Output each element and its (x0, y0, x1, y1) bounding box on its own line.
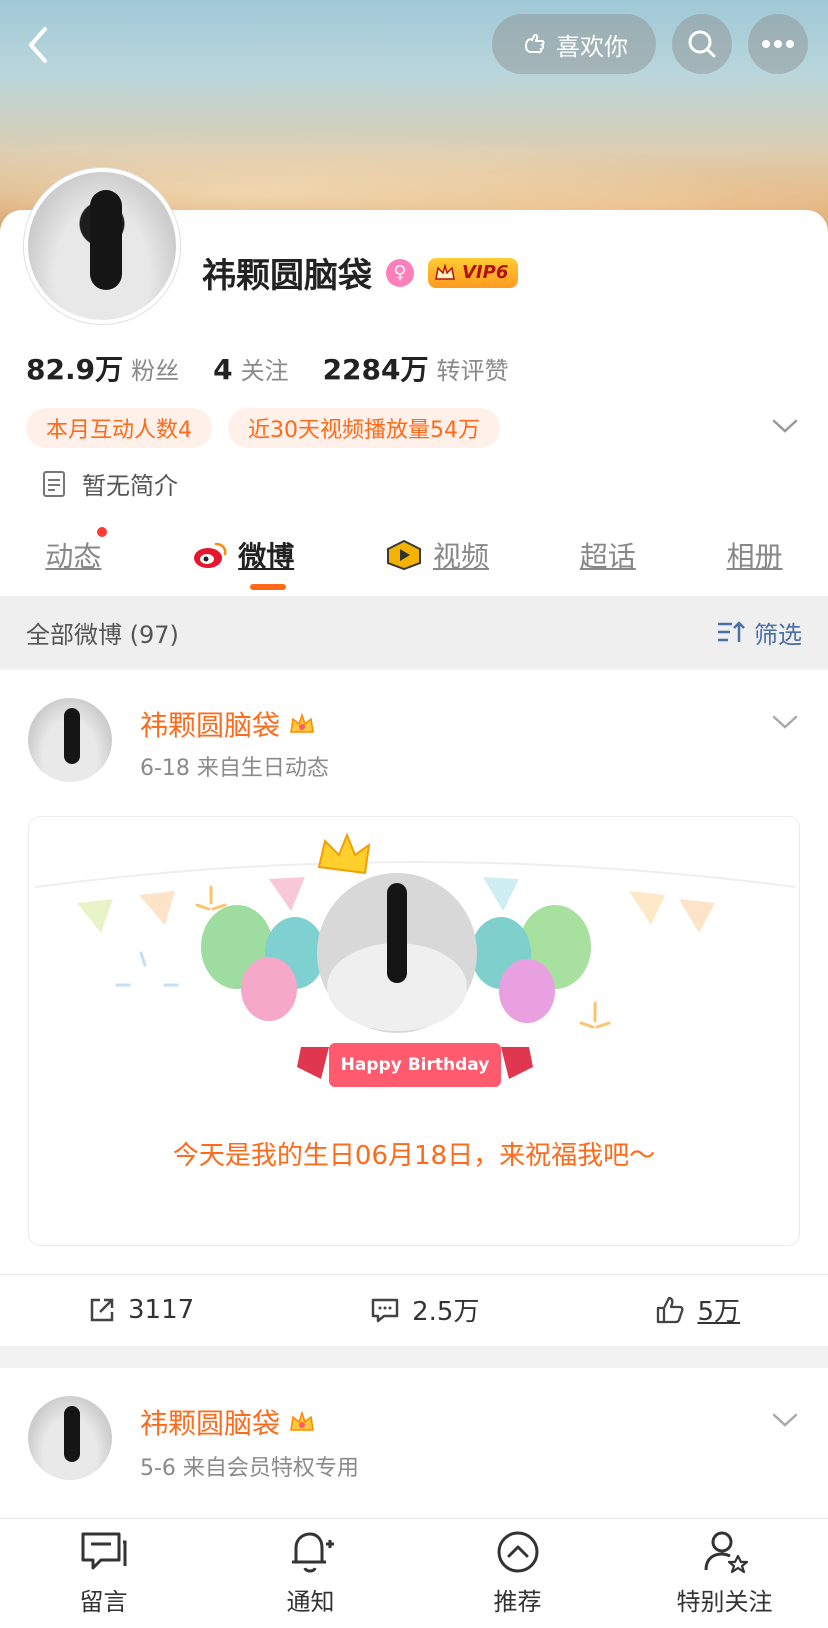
bottom-label: 通知 (286, 1588, 335, 1616)
profile-avatar[interactable] (24, 168, 180, 324)
recommend-button[interactable]: 推荐 (428, 1530, 608, 1617)
chevron-left-icon (29, 27, 47, 63)
profile-name-row: 祎颗圆脑袋 ♀ VIP6 (202, 248, 519, 297)
post-author: 祎颗圆脑袋 (140, 709, 281, 742)
filter-sort-icon (718, 621, 745, 642)
stat-value: 2284万 (322, 353, 429, 386)
bottom-label: 留言 (79, 1588, 128, 1616)
search-icon (688, 30, 716, 58)
tag-video-plays[interactable]: 近30天视频播放量54万 (228, 408, 500, 448)
like-you-button[interactable]: 喜欢你 (492, 14, 656, 74)
active-tab-indicator (250, 584, 286, 590)
user-star-icon (704, 1531, 748, 1574)
chevron-up-circle-icon (497, 1531, 538, 1573)
post-author-row[interactable]: 祎颗圆脑袋 (140, 704, 316, 744)
tag-interactions[interactable]: 本月互动人数4 (26, 408, 212, 448)
crown-icon (290, 1410, 314, 1431)
crown-icon (435, 262, 455, 280)
crown-icon (290, 712, 314, 733)
tab-label: 微博 (238, 540, 295, 573)
chevron-down-icon (772, 715, 798, 729)
filter-button[interactable]: 筛选 (716, 615, 802, 650)
birthday-text: 今天是我的生日06月18日，来祝福我吧～ (172, 1141, 656, 1171)
repost-count: 3117 (127, 1294, 195, 1325)
post-meta: 6-18 来自生日动态 (140, 756, 329, 781)
tab-video[interactable]: 视频 (385, 535, 489, 575)
bottom-action-bar: 留言 通知 推荐 特别关注 (0, 1518, 828, 1628)
notify-button[interactable]: 通知 (221, 1530, 401, 1617)
stat-value: 82.9万 (26, 353, 124, 386)
like-button[interactable]: 5万 (655, 1291, 740, 1328)
back-button[interactable] (18, 22, 58, 68)
birthday-card[interactable]: Happy Birthday 今天是我的生日06月18日，来祝福我吧～ (28, 816, 800, 1246)
bottom-label: 特别关注 (676, 1588, 773, 1616)
all-weibo-count: 全部微博 (97) (26, 620, 179, 649)
like-you-label: 喜欢你 (556, 32, 628, 61)
post-card: 祎颗圆脑袋 5-6 来自会员特权专用 (0, 1368, 828, 1518)
document-icon (43, 470, 65, 497)
vip-label: VIP6 (462, 262, 509, 283)
post-avatar[interactable] (28, 698, 112, 782)
thumbs-up-icon (657, 1296, 684, 1323)
tab-label: 超话 (579, 540, 636, 573)
post-meta: 5-6 来自会员特权专用 (140, 1456, 359, 1481)
stat-fans[interactable]: 82.9万 粉丝 (26, 348, 179, 388)
more-icon (762, 40, 794, 48)
comment-button[interactable]: 2.5万 (370, 1291, 479, 1328)
vip-badge[interactable]: VIP6 (428, 257, 519, 288)
tab-album[interactable]: 相册 (727, 535, 783, 575)
chevron-down-icon (772, 419, 798, 433)
bio-row: 暂无简介 (42, 466, 178, 501)
expand-profile-button[interactable] (772, 418, 798, 438)
stat-label: 粉丝 (131, 357, 180, 385)
notification-dot (97, 527, 108, 537)
like-count: 5万 (697, 1297, 740, 1327)
tab-dynamic[interactable]: 动态 (45, 527, 108, 575)
bottom-label: 推荐 (493, 1588, 542, 1616)
repost-button[interactable]: 3117 (88, 1295, 194, 1325)
post-author-row[interactable]: 祎颗圆脑袋 (140, 1402, 316, 1442)
happy-birthday-ribbon: Happy Birthday (329, 1043, 501, 1087)
profile-tags: 本月互动人数4 近30天视频播放量54万 (26, 408, 500, 448)
filter-label: 筛选 (754, 620, 802, 649)
tab-label: 相册 (726, 540, 783, 573)
stat-label: 转评赞 (436, 357, 509, 385)
post-actions: 3117 2.5万 5万 (0, 1274, 828, 1344)
bell-plus-icon (291, 1532, 334, 1573)
chevron-down-icon (772, 1413, 798, 1427)
video-icon (386, 539, 421, 571)
comment-count: 2.5万 (412, 1297, 480, 1327)
share-icon (90, 1298, 114, 1321)
post-author: 祎颗圆脑袋 (140, 1407, 281, 1440)
weibo-icon (194, 542, 227, 568)
profile-stats: 82.9万 粉丝 4 关注 2284万 转评赞 (26, 348, 509, 388)
post-card: 祎颗圆脑袋 6-18 来自生日动态 Happy Birthday 今天是我的生日… (0, 670, 828, 1346)
post-avatar[interactable] (28, 1396, 112, 1480)
female-icon: ♀ (386, 258, 414, 287)
bio-text: 暂无简介 (82, 472, 178, 500)
search-button[interactable] (672, 14, 732, 74)
filter-bar: 全部微博 (97) 筛选 (0, 596, 828, 668)
comment-icon (371, 1298, 399, 1322)
message-button[interactable]: 留言 (14, 1530, 194, 1617)
more-button[interactable] (748, 14, 808, 74)
tab-weibo[interactable]: 微博 (192, 535, 294, 575)
stat-label: 关注 (240, 357, 289, 385)
hand-heart-icon (524, 33, 545, 54)
tab-label: 动态 (45, 540, 102, 573)
special-follow-button[interactable]: 特别关注 (635, 1530, 815, 1617)
stat-interactions[interactable]: 2284万 转评赞 (323, 348, 509, 388)
profile-tabs: 动态 微博 视频 超话 相册 (0, 515, 828, 595)
stat-following[interactable]: 4 关注 (213, 351, 288, 386)
tab-label: 视频 (432, 540, 489, 573)
tab-super-topic[interactable]: 超话 (580, 535, 636, 575)
profile-name: 祎颗圆脑袋 (202, 256, 372, 296)
stat-value: 4 (213, 353, 233, 386)
post-menu-button[interactable] (772, 714, 798, 734)
message-icon (81, 1532, 126, 1570)
post-menu-button[interactable] (772, 1412, 798, 1432)
